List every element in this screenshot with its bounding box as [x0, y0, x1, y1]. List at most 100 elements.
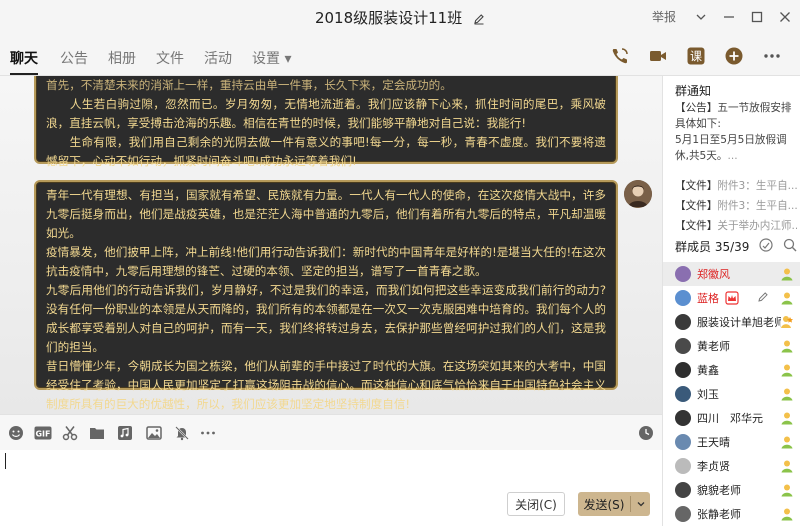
tab-album[interactable]: 相册: [108, 48, 136, 68]
edit-icon[interactable]: [473, 11, 485, 29]
send-button[interactable]: 发送(S): [578, 492, 650, 516]
tab-activity[interactable]: 活动: [204, 48, 232, 68]
tab-files[interactable]: 文件: [156, 48, 184, 68]
gif-icon[interactable]: GIF: [34, 425, 52, 441]
member-role-icon: [779, 386, 795, 402]
member-item[interactable]: 黄鑫: [663, 358, 800, 382]
member-role-icon: [779, 458, 795, 474]
member-list: 郑徽风 蓝格服装设计单旭老师 黄老师黄鑫刘玉四川 邓华元 王天晴李贞贤貌貌老师张静老师: [663, 262, 800, 526]
svg-text:课: 课: [690, 50, 702, 64]
text-caret: [5, 453, 6, 469]
member-avatar[interactable]: [675, 410, 691, 426]
chevron-down-icon[interactable]: [694, 10, 708, 24]
member-name: 黄鑫: [697, 364, 719, 377]
report-link[interactable]: 举报: [652, 8, 676, 25]
member-name: 张静老师: [697, 508, 741, 521]
member-role-icon: [779, 506, 795, 522]
close-button[interactable]: 关闭(C): [507, 492, 565, 516]
member-role-icon: [779, 362, 795, 378]
video-icon[interactable]: [646, 44, 670, 68]
member-role-icon: [779, 482, 795, 498]
svg-text:GIF: GIF: [35, 430, 50, 439]
member-name: 服装设计单旭老师: [697, 316, 781, 329]
minimize-icon[interactable]: [722, 10, 736, 24]
more-tools-icon[interactable]: [200, 425, 216, 441]
group-notice[interactable]: 【公告】五一节放假安排具体如下: 5月1日至5月5日放假调休,共5天。...: [675, 100, 793, 164]
bell-off-icon[interactable]: [174, 425, 190, 441]
member-avatar[interactable]: [675, 266, 691, 282]
add-icon[interactable]: [722, 44, 746, 68]
member-item[interactable]: 郑徽风: [663, 262, 800, 286]
message-paragraph: 九零后用他们的行动告诉我们，岁月静好，不过是我们的幸运，而我们如何把这些幸运变成…: [46, 283, 606, 354]
tab-chat[interactable]: 聊天: [10, 48, 38, 68]
file-item[interactable]: 【文件】附件3：生平自...: [675, 196, 797, 216]
members-count: 群成员 35/39: [675, 240, 750, 254]
message-paragraph: 首先，不清楚未来的消渐上一样，重持云由单一件事，长久下来，定会成功的。: [46, 78, 452, 92]
member-role-icon: [779, 266, 795, 282]
member-item[interactable]: 服装设计单旭老师: [663, 310, 800, 334]
tab-settings[interactable]: 设置 ▾: [252, 48, 291, 68]
scissors-icon[interactable]: [62, 425, 78, 441]
phone-icon[interactable]: [608, 44, 632, 68]
member-role-icon: [779, 410, 795, 426]
member-item[interactable]: 李贞贤: [663, 454, 800, 478]
member-name: 貌貌老师: [697, 484, 741, 497]
message-paragraph: 昔日懵懂少年，今朝成长为国之栋梁，他们从前辈的手中接过了时代的大旗。在这场突如其…: [46, 359, 606, 411]
member-item[interactable]: 张静老师: [663, 502, 800, 526]
image-icon[interactable]: [146, 425, 162, 441]
message-paragraph: 疫情暴发，他们披甲上阵，冲上前线!他们用行动告诉我们：新时代的中国青年是好样的!…: [46, 245, 606, 278]
music-icon[interactable]: [117, 425, 133, 441]
invite-member-icon[interactable]: [759, 238, 773, 255]
member-avatar[interactable]: [675, 386, 691, 402]
notice-title: 群通知: [675, 84, 712, 98]
member-item[interactable]: 刘玉: [663, 382, 800, 406]
input-toolbar: GIF: [0, 414, 662, 450]
member-item[interactable]: 貌貌老师: [663, 478, 800, 502]
member-item[interactable]: 蓝格: [663, 286, 800, 310]
search-icon[interactable]: [783, 238, 797, 255]
member-avatar[interactable]: [675, 290, 691, 306]
member-name: 黄老师: [697, 340, 730, 353]
emoji-icon[interactable]: [8, 425, 24, 441]
notice-more: ...: [727, 150, 738, 162]
member-avatar[interactable]: [675, 434, 691, 450]
member-item[interactable]: 四川 邓华元: [663, 406, 800, 430]
member-item[interactable]: 王天晴: [663, 430, 800, 454]
file-item[interactable]: 【文件】关于举办内江师...: [675, 216, 797, 236]
member-role-icon: [779, 338, 795, 354]
member-name: 四川 邓华元: [697, 412, 763, 425]
member-name: 李贞贤: [697, 460, 730, 473]
message-bubble[interactable]: 首先，不清楚未来的消渐上一样，重持云由单一件事，长久下来，定会成功的。 人生若白…: [34, 76, 618, 168]
member-avatar[interactable]: [675, 362, 691, 378]
members-header: 群成员 35/39: [675, 238, 797, 255]
message-bubble[interactable]: 青年一代有理想、有担当，国家就有希望、民族就有力量。一代人有一代人的使命，在这次…: [34, 180, 618, 411]
member-avatar[interactable]: [675, 314, 691, 330]
maximize-icon[interactable]: [750, 10, 764, 24]
member-avatar[interactable]: [675, 506, 691, 522]
chat-area[interactable]: 首先，不清楚未来的消渐上一样，重持云由单一件事，长久下来，定会成功的。 人生若白…: [0, 76, 662, 414]
more-icon[interactable]: [760, 44, 784, 68]
file-item[interactable]: 【文件】附件3：生平自...: [675, 176, 797, 196]
owner-icon: [779, 314, 795, 330]
folder-icon[interactable]: [89, 425, 105, 441]
clock-icon[interactable]: [638, 425, 654, 441]
member-name: 刘玉: [697, 388, 719, 401]
member-avatar[interactable]: [675, 458, 691, 474]
group-name: 2018级服装设计11班: [314, 9, 463, 27]
send-button-label: 发送(S): [583, 497, 625, 512]
class-icon[interactable]: 课: [684, 44, 708, 68]
tab-bar: 聊天 公告 相册 文件 活动 设置 ▾ 课: [0, 36, 800, 76]
member-role-icon: [779, 290, 795, 306]
tab-announcement[interactable]: 公告: [60, 48, 88, 68]
message-paragraph: 人生若白驹过隙，忽然而已。岁月匆匆，无情地流逝着。我们应该静下心来，抓住时间的尾…: [46, 97, 606, 130]
member-role-icon: [779, 434, 795, 450]
member-item[interactable]: 黄老师: [663, 334, 800, 358]
message-paragraph: 生命有限，我们用自己剩余的光阴去做一件有意义的事吧!每一分，每一秒，青春不虚度。…: [46, 135, 606, 168]
sender-avatar[interactable]: [624, 180, 652, 208]
edit-icon[interactable]: [757, 291, 769, 306]
member-name: 王天晴: [697, 436, 730, 449]
close-icon[interactable]: [778, 10, 792, 24]
member-avatar[interactable]: [675, 482, 691, 498]
chevron-down-icon[interactable]: [631, 499, 650, 509]
member-avatar[interactable]: [675, 338, 691, 354]
